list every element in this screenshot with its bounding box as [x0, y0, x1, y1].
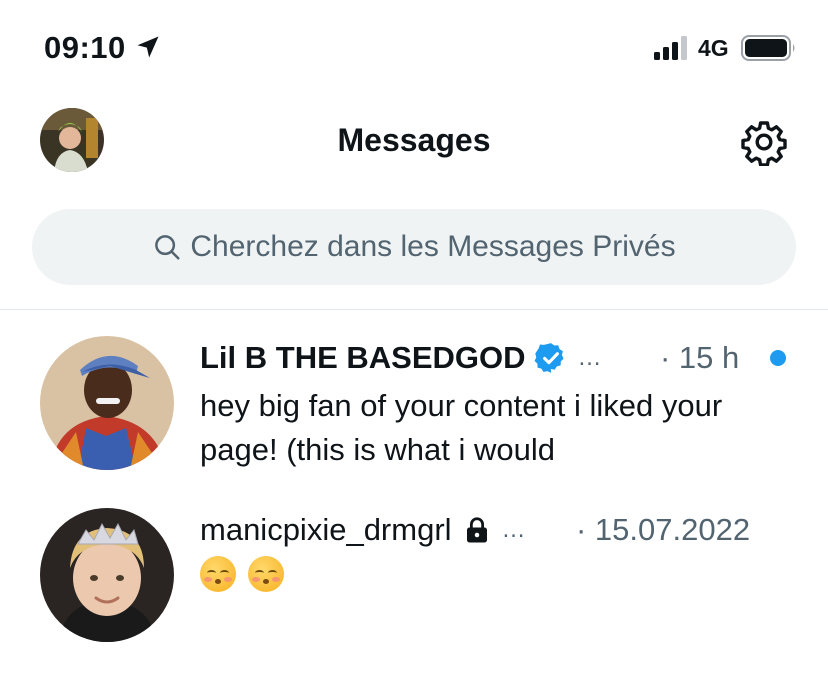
divider	[0, 309, 828, 310]
message-preview	[200, 556, 790, 592]
page-title: Messages	[337, 122, 491, 158]
conversation-row[interactable]: Lil B THE BASEDGOD … · 15 h hey big fan …	[0, 320, 828, 490]
kissing-face-emoji-icon	[200, 556, 236, 592]
message-timestamp: · 15 h	[660, 340, 740, 375]
search-input[interactable]: Cherchez dans les Messages Privés	[32, 209, 796, 285]
search-icon	[155, 235, 180, 260]
avatar[interactable]	[40, 336, 174, 470]
messages-header: Messages	[0, 96, 828, 186]
battery-icon	[741, 35, 795, 61]
search-placeholder: Cherchez dans les Messages Privés	[190, 230, 676, 263]
verified-badge-icon	[534, 343, 564, 373]
sender-name: manicpixie_drmgrl	[200, 512, 452, 547]
kissing-face-emoji-icon	[248, 556, 284, 592]
truncation-ellipsis: …	[577, 344, 603, 371]
gear-icon[interactable]	[740, 118, 788, 166]
truncation-ellipsis: …	[501, 516, 527, 543]
message-preview: hey big fan of your content i liked your…	[200, 388, 723, 467]
status-time: 09:10	[44, 30, 126, 65]
conversation-row[interactable]: manicpixie_drmgrl … · 15.07.2022	[0, 500, 828, 670]
sender-name: Lil B THE BASEDGOD	[200, 340, 526, 375]
signal-bars-icon	[654, 36, 687, 60]
lock-icon	[466, 517, 487, 543]
conversation-header: Lil B THE BASEDGOD …	[200, 338, 603, 378]
unread-indicator	[770, 350, 786, 366]
message-timestamp: · 15.07.2022	[576, 512, 751, 547]
status-bar: 09:10 4G	[0, 0, 828, 90]
avatar[interactable]	[40, 508, 174, 642]
location-arrow-icon	[137, 36, 159, 58]
network-type: 4G	[698, 35, 729, 61]
conversation-header: manicpixie_drmgrl …	[200, 510, 527, 550]
